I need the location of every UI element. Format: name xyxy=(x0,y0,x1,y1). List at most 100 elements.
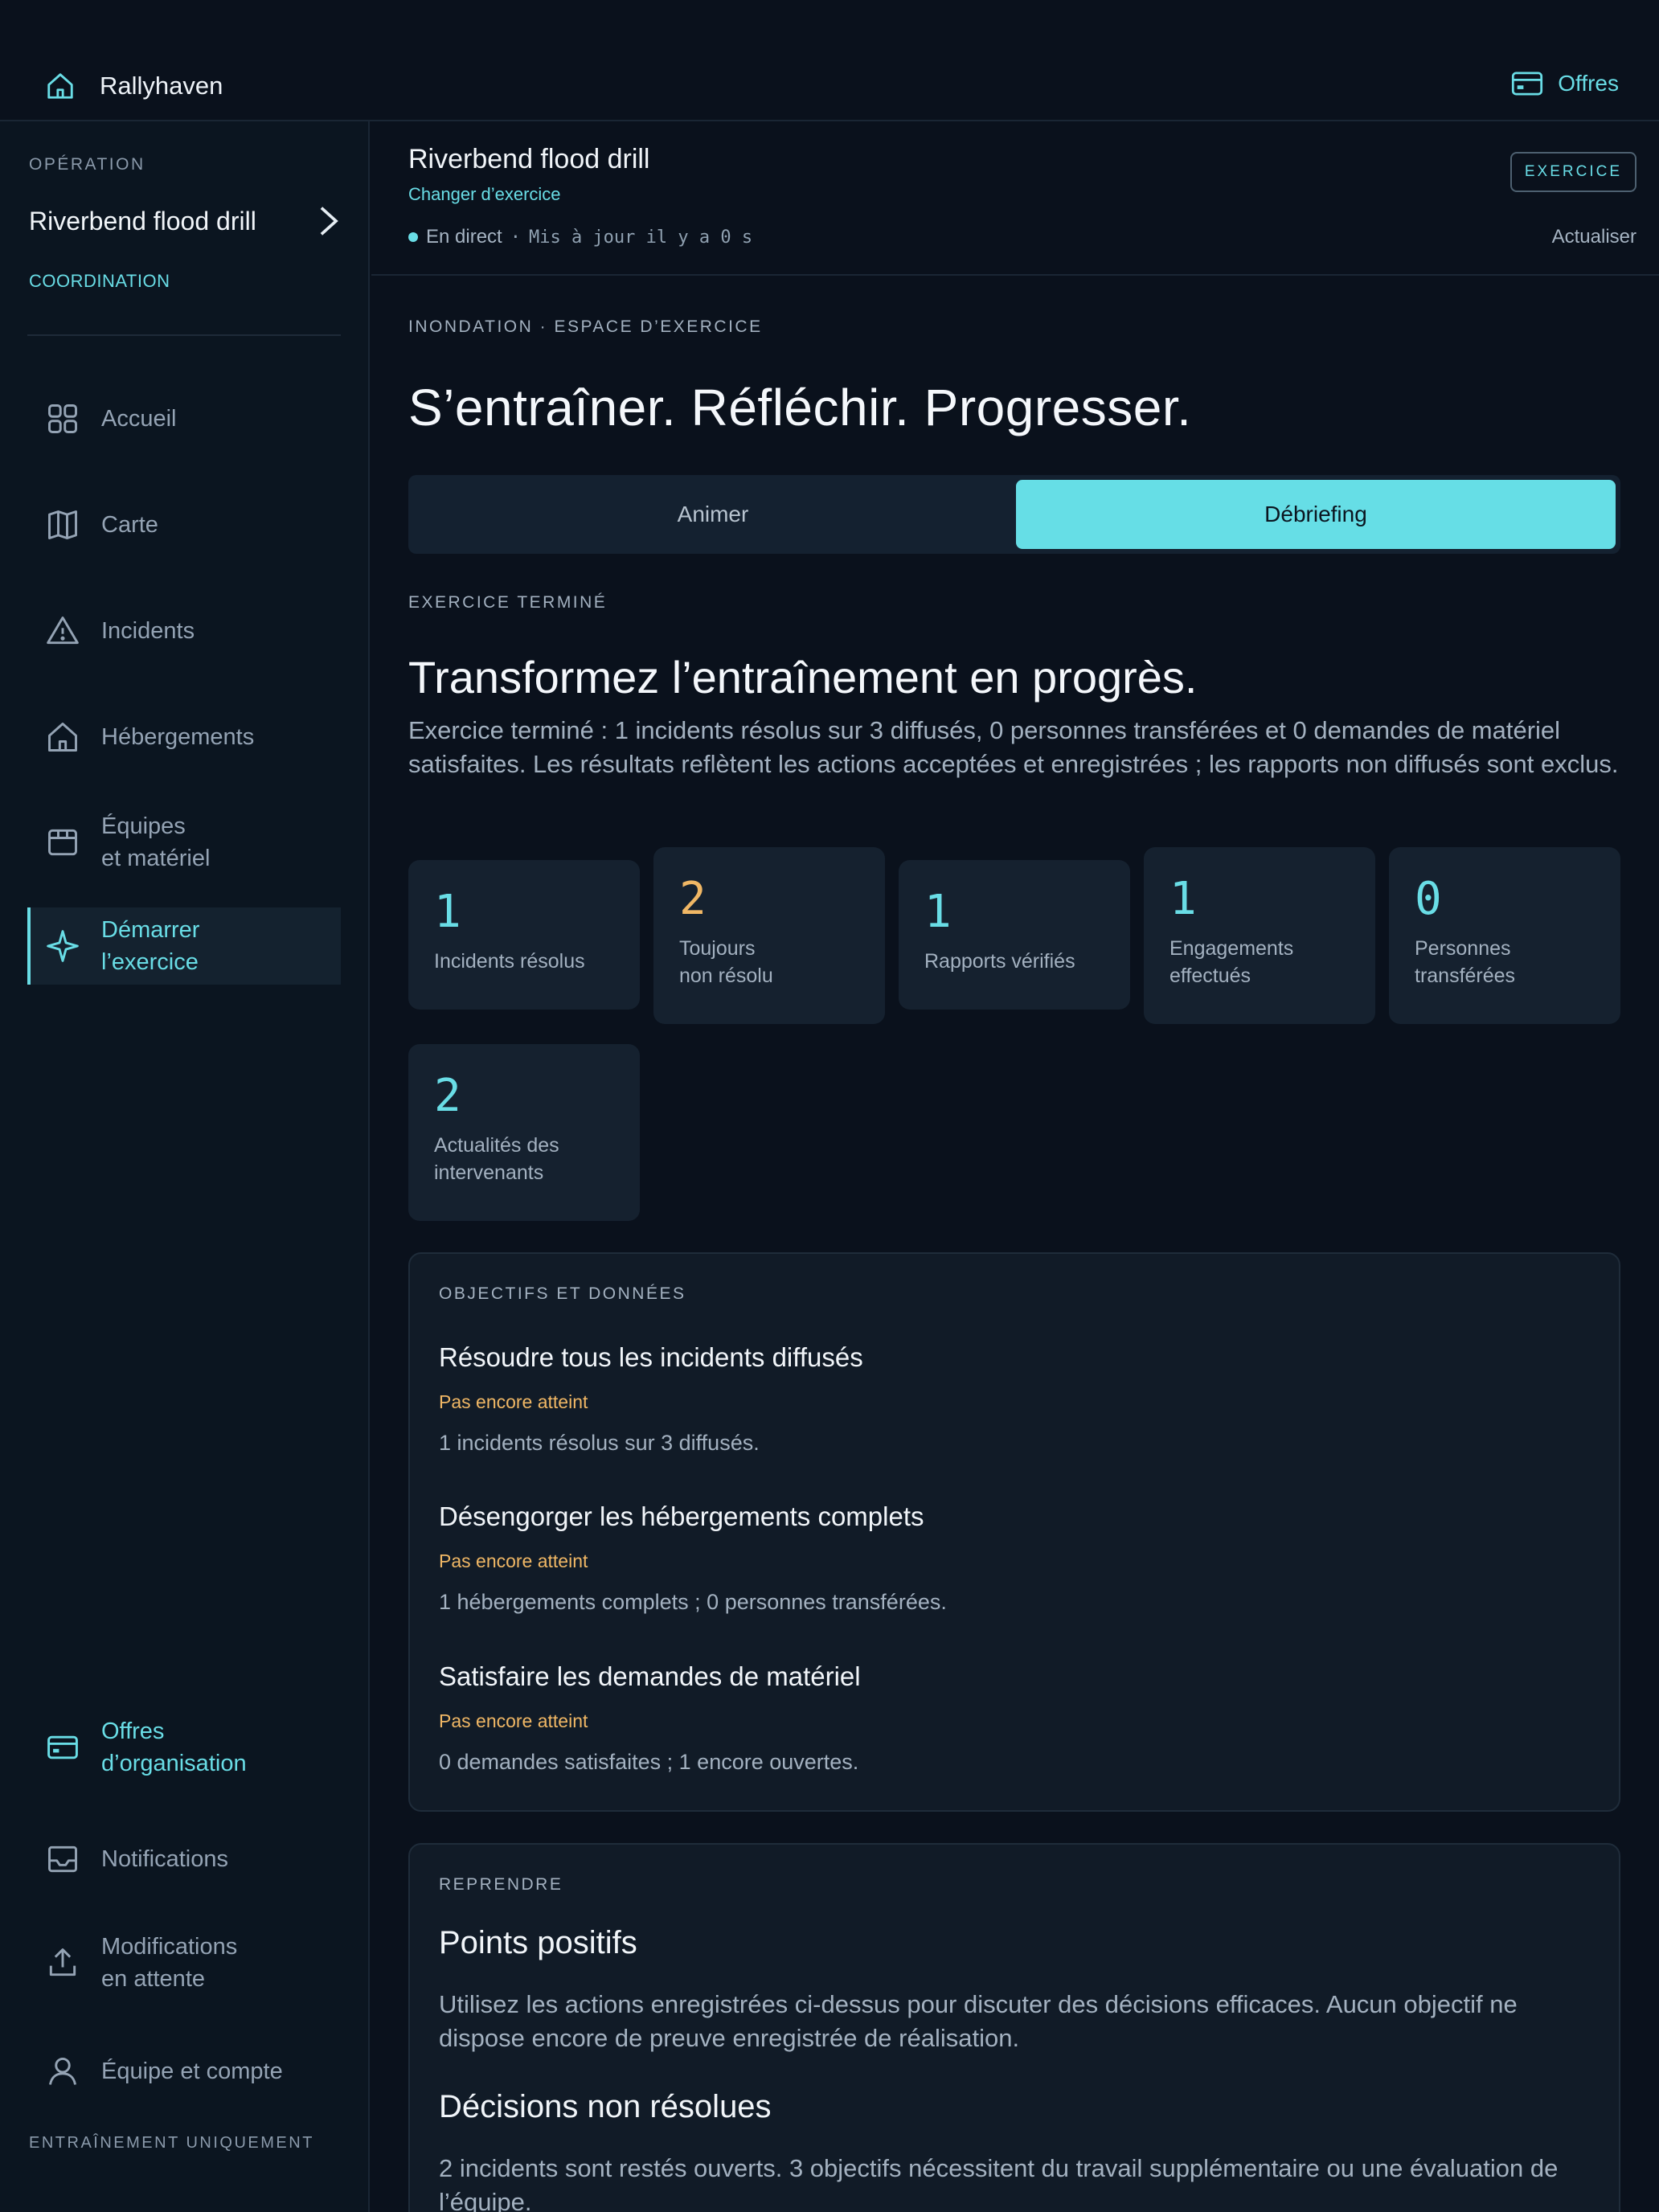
live-label: En direct xyxy=(426,226,502,248)
chevron-right-icon xyxy=(320,207,338,236)
sidebar-item-equipes[interactable]: Équipes et matériel xyxy=(27,806,341,879)
stat-label: Rapports vérifiés xyxy=(924,950,1075,973)
box-icon xyxy=(48,829,77,856)
sidebar-item-carte[interactable]: Carte xyxy=(27,502,341,547)
exercise-title: Riverbend flood drill xyxy=(408,144,650,174)
sidebar-item-label: Incidents xyxy=(101,618,195,644)
exercise-header: Riverbend flood drill Changer d’exercice… xyxy=(371,121,1659,276)
objective-description: 1 incidents résolus sur 3 diffusés. xyxy=(439,1431,760,1455)
refresh-button[interactable]: Actualiser xyxy=(1552,226,1636,248)
stat-label-line2: intervenants xyxy=(434,1161,544,1184)
stat-label-line2: effectués xyxy=(1169,965,1251,987)
offers-link[interactable]: Offres xyxy=(1511,71,1619,96)
top-bar: Rallyhaven Offres xyxy=(0,0,1659,121)
stat-value: 2 xyxy=(679,873,707,925)
credit-card-icon xyxy=(1512,72,1543,96)
tab-animer[interactable]: Animer xyxy=(413,480,1013,549)
sidebar-item-label-line2: et matériel xyxy=(101,846,211,871)
sidebar-item-label: Équipes xyxy=(101,813,186,839)
map-icon xyxy=(48,510,77,539)
user-icon xyxy=(48,2057,77,2085)
home-icon xyxy=(48,723,77,752)
tab-debriefing[interactable]: Débriefing xyxy=(1016,480,1616,549)
sidebar: OPÉRATION Riverbend flood drill COORDINA… xyxy=(0,121,370,2212)
objective-title: Satisfaire les demandes de matériel xyxy=(439,1661,861,1691)
stat-card: 1 Rapports vérifiés xyxy=(899,860,1130,1010)
operation-role: COORDINATION xyxy=(29,271,170,291)
page-eyebrow: INONDATION · ESPACE D’EXERCICE xyxy=(408,317,763,336)
stat-label-line2: non résolu xyxy=(679,965,773,987)
stat-value: 2 xyxy=(434,1070,461,1122)
sidebar-item-incidents[interactable]: Incidents xyxy=(27,608,341,653)
status-separator: · xyxy=(510,227,521,248)
training-only-label: ENTRAÎNEMENT UNIQUEMENT xyxy=(29,2134,314,2152)
stat-label-line1: Toujours xyxy=(679,937,756,960)
sidebar-item-label: Modifications xyxy=(101,1934,238,1960)
stat-label-line1: Personnes xyxy=(1415,937,1511,960)
sidebar-item-label-line2: en attente xyxy=(101,1966,205,1992)
sparkle-icon xyxy=(47,930,79,962)
sidebar-item-accueil[interactable]: Accueil xyxy=(27,396,341,441)
home-icon xyxy=(47,73,73,99)
stat-value: 0 xyxy=(1415,873,1442,925)
operation-label: OPÉRATION xyxy=(29,155,145,174)
stat-card: 1 Engagements effectués xyxy=(1144,847,1375,1024)
stat-card: 2 Actualités des intervenants xyxy=(408,1044,640,1221)
stat-label: Engagements effectués xyxy=(1169,935,1350,989)
operation-name: Riverbend flood drill xyxy=(29,206,256,236)
sidebar-divider xyxy=(27,334,341,336)
sidebar-item-label: Équipe et compte xyxy=(101,2058,283,2084)
upload-icon xyxy=(49,1948,76,1976)
objective-status: Pas encore atteint xyxy=(439,1550,588,1571)
stat-label-line2: transférées xyxy=(1415,965,1516,987)
stat-card: 1 Incidents résolus xyxy=(408,860,640,1010)
objective-description: 0 demandes satisfaites ; 1 encore ouvert… xyxy=(439,1750,859,1774)
sidebar-item-label: Offres xyxy=(101,1718,165,1744)
stat-label: Personnes transférées xyxy=(1415,935,1595,989)
change-exercise-link[interactable]: Changer d’exercice xyxy=(408,184,561,205)
stat-card: 0 Personnes transférées xyxy=(1389,847,1620,1024)
stat-value: 1 xyxy=(434,886,461,938)
sidebar-item-offres-organisation[interactable]: Offres d’organisation xyxy=(27,1711,341,1784)
exercise-badge: EXERCICE xyxy=(1509,152,1636,192)
stat-label-line1: Actualités des xyxy=(434,1134,559,1157)
stat-label: Actualités des intervenants xyxy=(434,1132,614,1186)
sidebar-item-label: Accueil xyxy=(101,406,177,432)
sidebar-item-label: Carte xyxy=(101,512,158,538)
stat-label: Incidents résolus xyxy=(434,950,585,973)
review-card: REPRENDRE Points positifs Utilisez les a… xyxy=(408,1843,1620,2212)
brand-name: Rallyhaven xyxy=(100,72,223,100)
objective-status: Pas encore atteint xyxy=(439,1391,588,1412)
live-status: En direct · Mis à jour il y a 0 s xyxy=(408,226,752,248)
sidebar-item-label-line2: d’organisation xyxy=(101,1751,247,1776)
section-eyebrow: EXERCICE TERMINÉ xyxy=(408,593,608,612)
updated-timestamp: Mis à jour il y a 0 s xyxy=(528,227,753,248)
review-eyebrow: REPRENDRE xyxy=(439,1875,563,1894)
sidebar-item-label: Hébergements xyxy=(101,724,255,750)
sidebar-item-demarrer-exercice[interactable]: Démarrer l’exercice xyxy=(27,907,341,985)
sidebar-item-hebergements[interactable]: Hébergements xyxy=(27,715,341,760)
objective-title: Désengorger les hébergements complets xyxy=(439,1501,924,1531)
sidebar-item-notifications[interactable]: Notifications xyxy=(27,1837,341,1882)
warning-icon xyxy=(47,616,79,645)
stat-card: 2 Toujours non résolu xyxy=(653,847,885,1024)
objective-status: Pas encore atteint xyxy=(439,1710,588,1731)
positives-title: Points positifs xyxy=(439,1925,637,1960)
sidebar-item-label: Notifications xyxy=(101,1846,228,1872)
sidebar-item-modifications-attente[interactable]: Modifications en attente xyxy=(27,1927,341,1999)
unresolved-title: Décisions non résolues xyxy=(439,2089,772,2124)
mode-tabs: Animer Débriefing xyxy=(408,475,1620,554)
stat-value: 1 xyxy=(924,886,952,938)
inbox-icon xyxy=(48,1845,77,1873)
sidebar-item-equipe-compte[interactable]: Équipe et compte xyxy=(27,2049,341,2094)
sidebar-item-label-line2: l’exercice xyxy=(101,949,199,975)
offers-label: Offres xyxy=(1558,71,1619,96)
stat-label: Toujours non résolu xyxy=(679,935,859,989)
section-title: Transformez l’entraînement en progrès. xyxy=(408,652,1198,703)
brand[interactable]: Rallyhaven xyxy=(45,71,223,101)
objective-title: Résoudre tous les incidents diffusés xyxy=(439,1342,863,1372)
page-title: S’entraîner. Réfléchir. Progresser. xyxy=(408,379,1192,436)
stat-label-line1: Engagements xyxy=(1169,937,1294,960)
unresolved-text: 2 incidents sont restés ouverts. 3 objec… xyxy=(439,2154,1559,2212)
operation-switcher[interactable]: Riverbend flood drill xyxy=(29,205,339,237)
